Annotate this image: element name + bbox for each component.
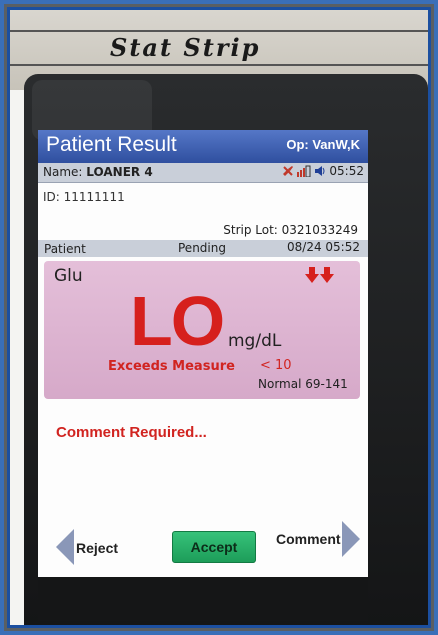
result-flag: Exceeds Measure	[108, 359, 235, 374]
signal-battery-icon	[297, 165, 311, 177]
device-brand-logo: Stat Strip	[110, 33, 261, 62]
device-lower-bezel	[38, 577, 368, 621]
action-bar: Reject Accept Comment	[38, 517, 368, 565]
brand-divider-top	[10, 30, 428, 32]
brand-divider-bottom	[10, 64, 428, 66]
info-bar: Patient Pending 08/24 05:52	[38, 240, 368, 257]
device-screen: Patient Result Op: VanW,K Name: LOANER 4…	[38, 130, 368, 577]
name-bar: Name: LOANER 4 05:52	[38, 163, 368, 183]
reject-button[interactable]: Reject	[76, 540, 118, 556]
patient-name: Name: LOANER 4	[43, 165, 153, 179]
result-unit: mg/dL	[228, 331, 282, 351]
result-datetime: 08/24 05:52	[287, 240, 360, 254]
accept-button[interactable]: Accept	[172, 531, 256, 563]
right-arrow-icon[interactable]	[342, 521, 360, 557]
normal-range: Normal 69-141	[258, 377, 348, 391]
result-value: LO	[130, 282, 225, 360]
name-value: LOANER 4	[86, 165, 153, 179]
title-bar: Patient Result Op: VanW,K	[38, 130, 368, 163]
result-threshold: < 10	[260, 358, 292, 373]
result-type: Patient	[44, 242, 86, 256]
result-panel: Glu LO mg/dL Exceeds Measure < 10 Normal…	[44, 261, 360, 399]
analyte-label: Glu	[54, 266, 83, 286]
tool-icon	[283, 166, 294, 176]
down-arrow-icon	[305, 267, 319, 283]
strip-lot: Strip Lot: 0321033249	[223, 223, 358, 237]
status-icons: 05:52	[282, 164, 364, 178]
comment-required-notice: Comment Required...	[56, 424, 207, 441]
name-label: Name:	[43, 165, 83, 179]
operator-label: Op: VanW,K	[286, 137, 360, 152]
speaker-icon	[315, 166, 325, 176]
down-arrow-icon	[320, 267, 334, 283]
page-title: Patient Result	[46, 133, 177, 156]
trend-arrows	[305, 267, 334, 283]
result-state: Pending	[178, 241, 226, 255]
clock-time: 05:52	[329, 164, 364, 178]
patient-id: ID: 11111111	[43, 190, 125, 204]
comment-button[interactable]: Comment	[276, 531, 341, 547]
left-arrow-icon[interactable]	[56, 529, 74, 565]
